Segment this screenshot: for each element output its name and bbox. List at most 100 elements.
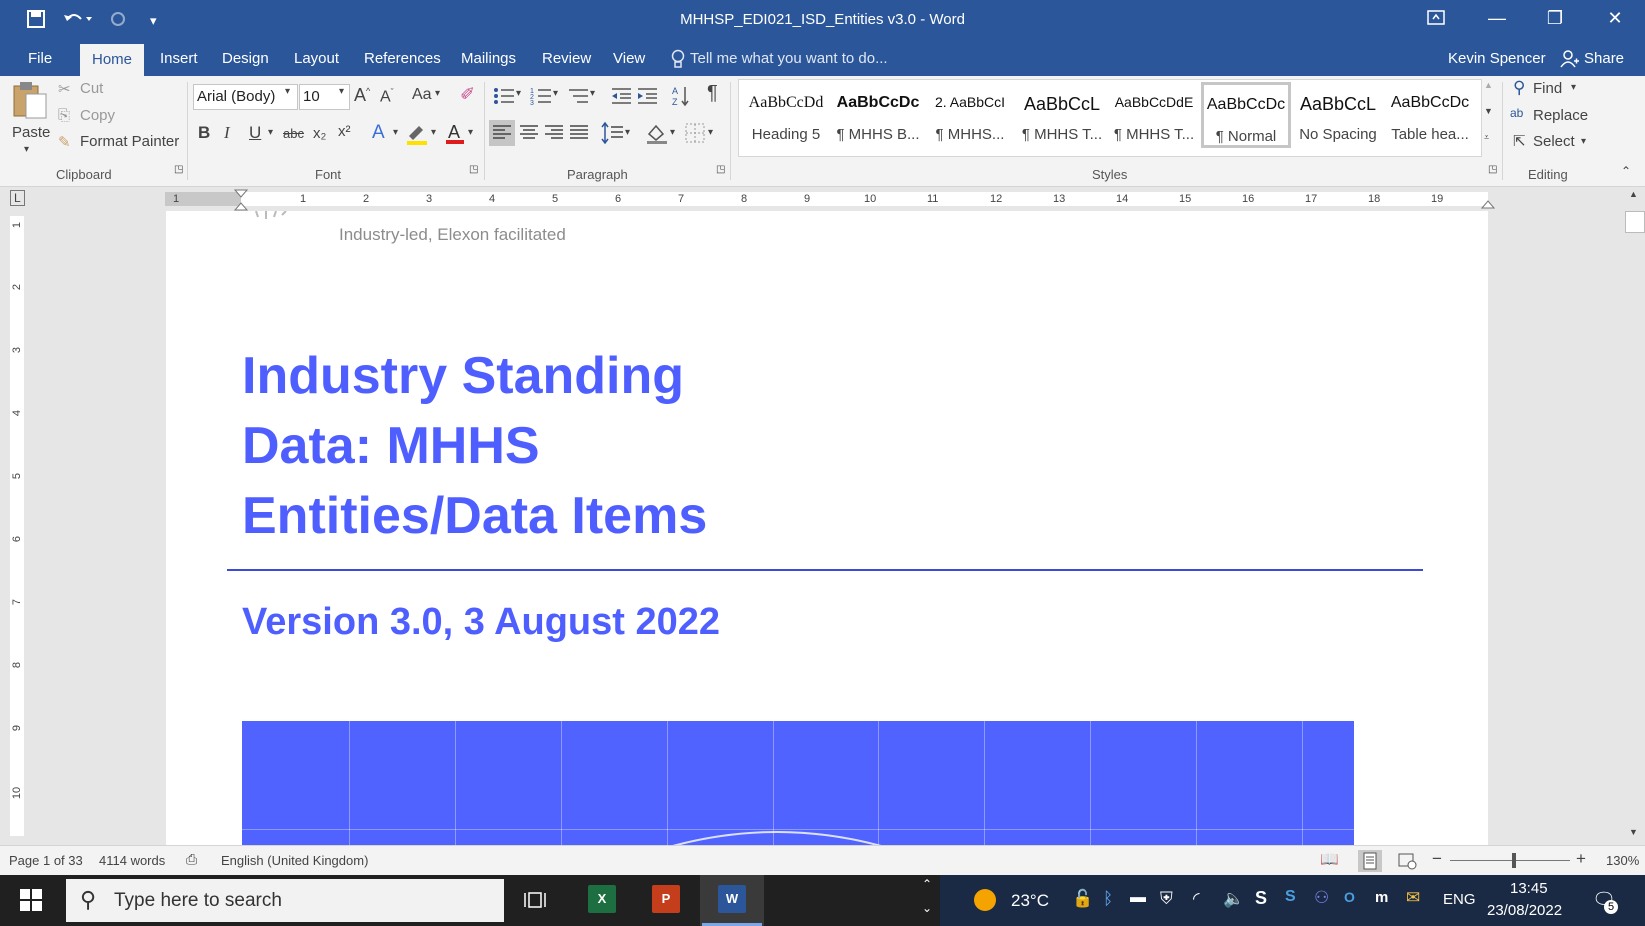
numbering-dropdown-icon[interactable]: ▾ — [553, 88, 558, 99]
style-mhhs-t2[interactable]: AaBbCcDdE ¶ MHHS T... — [1109, 80, 1199, 154]
read-mode-icon[interactable]: 📖 — [1320, 850, 1339, 868]
tab-layout[interactable]: Layout — [294, 50, 339, 67]
web-layout-icon[interactable] — [1397, 851, 1417, 871]
scroll-thumb[interactable] — [1625, 211, 1645, 233]
format-painter-icon[interactable]: ✎ — [58, 133, 71, 151]
multilevel-list-icon[interactable] — [567, 86, 589, 106]
scroll-up-icon[interactable]: ▲ — [1629, 189, 1638, 199]
lock-icon[interactable]: 🔓 — [1072, 889, 1093, 909]
word-count[interactable]: 4114 words — [99, 853, 165, 868]
print-layout-button[interactable] — [1358, 850, 1382, 872]
decrease-indent-icon[interactable] — [610, 86, 632, 106]
tell-me-search[interactable]: Tell me what you want to do... — [690, 50, 888, 67]
superscript-button[interactable]: x² — [338, 123, 351, 140]
borders-icon[interactable] — [684, 122, 706, 144]
increase-indent-icon[interactable] — [636, 86, 658, 106]
sharepoint-icon[interactable]: S — [1255, 888, 1267, 909]
paste-button[interactable]: Paste — [12, 124, 50, 141]
tab-design[interactable]: Design — [222, 50, 269, 67]
tab-file[interactable]: File — [28, 50, 52, 67]
underline-dropdown-icon[interactable]: ▾ — [268, 127, 273, 138]
text-effects-dropdown-icon[interactable]: ▾ — [393, 127, 398, 138]
page-count[interactable]: Page 1 of 33 — [9, 853, 83, 868]
align-center-icon[interactable] — [516, 120, 542, 146]
paste-icon[interactable] — [12, 80, 48, 120]
style-mhhs-t1[interactable]: AaBbCcL ¶ MHHS T... — [1017, 80, 1107, 154]
user-name[interactable]: Kevin Spencer — [1448, 50, 1546, 67]
align-right-icon[interactable] — [541, 120, 567, 146]
horizontal-ruler[interactable]: L 1 1 2 3 4 5 6 7 8 9 10 11 12 13 14 15 … — [0, 187, 1645, 211]
tab-review[interactable]: Review — [542, 50, 591, 67]
share-button[interactable]: Share — [1584, 50, 1624, 67]
tray-up-icon[interactable]: ⌃ — [922, 877, 932, 891]
ribbon-display-icon[interactable] — [1426, 8, 1456, 28]
task-view-icon[interactable] — [524, 889, 546, 911]
temperature[interactable]: 23°C — [1011, 891, 1049, 911]
vertical-ruler[interactable]: 1 2 3 4 5 6 7 8 9 10 — [0, 211, 34, 845]
styles-more-icon[interactable]: ⩡ — [1484, 132, 1489, 143]
shading-dropdown-icon[interactable]: ▾ — [670, 127, 675, 138]
style-heading-5[interactable]: AaBbCcDd Heading 5 — [741, 80, 831, 154]
tab-references[interactable]: References — [364, 50, 441, 67]
tab-view[interactable]: View — [613, 50, 645, 67]
battery-icon[interactable]: ▬ — [1130, 889, 1146, 907]
subscript-button[interactable]: x₂ — [313, 125, 326, 142]
clear-formatting-icon[interactable]: ✐ — [460, 84, 475, 105]
font-launcher-icon[interactable]: ◳ — [469, 164, 478, 175]
weather-sun-icon[interactable] — [974, 889, 996, 911]
zoom-out-icon[interactable]: − — [1432, 849, 1442, 869]
document-page[interactable]: Industry-led, Elexon facilitated Industr… — [166, 211, 1488, 845]
line-spacing-icon[interactable] — [600, 120, 626, 146]
collapse-ribbon-icon[interactable]: ⌃ — [1621, 164, 1631, 178]
font-name-box[interactable]: Arial (Body) — [193, 84, 298, 110]
tab-home[interactable]: Home — [80, 44, 145, 76]
numbering-icon[interactable]: 123 — [530, 86, 552, 106]
close-icon[interactable]: ✕ — [1600, 8, 1630, 29]
clipboard-launcher-icon[interactable]: ◳ — [174, 164, 183, 175]
cut-button[interactable]: Cut — [80, 80, 103, 97]
proofing-icon[interactable]: ⎙ — [186, 851, 197, 868]
tab-selector-icon[interactable]: L — [10, 190, 25, 206]
bullets-icon[interactable] — [493, 86, 515, 106]
justify-icon[interactable] — [566, 120, 592, 146]
select-cursor-icon[interactable]: ⇱ — [1513, 132, 1526, 150]
share-icon[interactable] — [1560, 49, 1580, 69]
paste-dropdown-icon[interactable]: ▾ — [24, 144, 29, 155]
copy-button[interactable]: Copy — [80, 107, 115, 124]
excel-icon[interactable]: X — [588, 885, 616, 913]
meeting-app-icon[interactable]: m — [1375, 889, 1388, 906]
right-indent-marker-icon[interactable] — [1481, 197, 1495, 209]
tab-mailings[interactable]: Mailings — [461, 50, 516, 67]
font-size-dropdown-icon[interactable]: ▾ — [339, 86, 344, 97]
highlight-icon[interactable] — [405, 122, 429, 146]
clock-time[interactable]: 13:45 — [1510, 880, 1548, 897]
windows-start-icon[interactable] — [20, 889, 42, 911]
word-taskbar-button[interactable]: W — [700, 875, 764, 926]
language-status[interactable]: English (United Kingdom) — [221, 853, 368, 868]
replace-icon[interactable]: ab — [1510, 106, 1523, 120]
shading-icon[interactable] — [645, 120, 669, 146]
italic-button[interactable]: I — [224, 123, 230, 143]
powerpoint-icon[interactable]: P — [652, 885, 680, 913]
change-case-dropdown-icon[interactable]: ▾ — [435, 88, 440, 99]
zoom-in-icon[interactable]: + — [1576, 849, 1586, 869]
font-name-dropdown-icon[interactable]: ▾ — [285, 86, 290, 97]
taskbar-search[interactable]: ⚲ Type here to search — [66, 879, 504, 922]
style-normal[interactable]: AaBbCcDc ¶ Normal — [1201, 82, 1291, 148]
tray-down-icon[interactable]: ⌄ — [922, 901, 932, 915]
replace-button[interactable]: Replace — [1533, 107, 1588, 124]
styles-scroll-up-icon[interactable]: ▲ — [1484, 80, 1493, 90]
zoom-slider-track[interactable] — [1450, 860, 1570, 861]
grow-font-icon[interactable]: A^ — [354, 85, 370, 106]
find-dropdown-icon[interactable]: ▾ — [1571, 82, 1576, 93]
volume-icon[interactable]: 🔈 — [1223, 889, 1244, 909]
select-dropdown-icon[interactable]: ▾ — [1581, 136, 1586, 147]
restore-icon[interactable]: ❐ — [1540, 8, 1570, 29]
styles-scroll-down-icon[interactable]: ▼ — [1484, 106, 1493, 116]
bold-button[interactable]: B — [198, 123, 210, 143]
show-formatting-icon[interactable]: ¶ — [707, 82, 718, 105]
paragraph-launcher-icon[interactable]: ◳ — [716, 164, 725, 175]
line-spacing-dropdown-icon[interactable]: ▾ — [625, 127, 630, 138]
underline-button[interactable]: U — [249, 123, 261, 143]
zoom-level[interactable]: 130% — [1606, 853, 1639, 868]
